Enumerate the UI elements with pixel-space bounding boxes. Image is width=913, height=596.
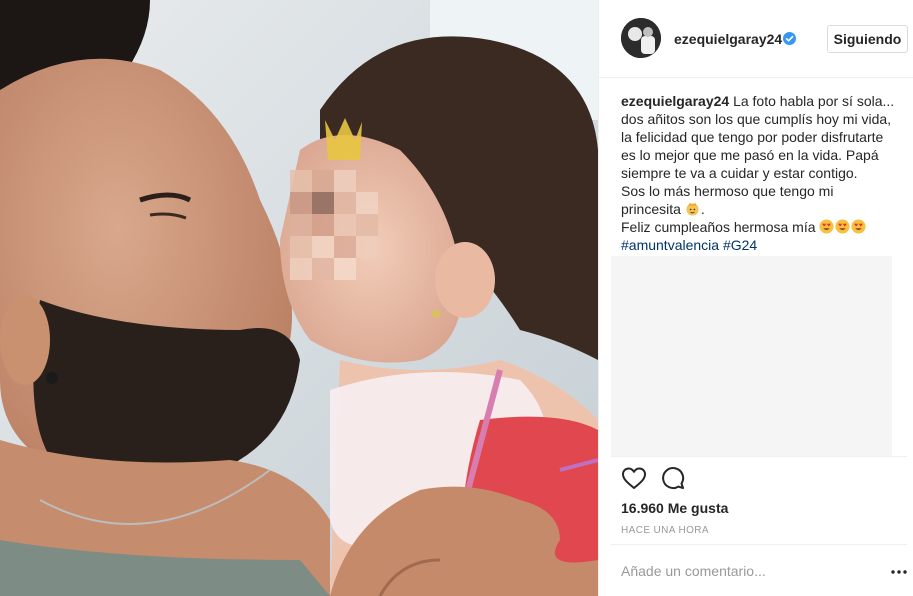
- caption-hashtags: #amuntvalencia #G24: [621, 236, 903, 254]
- princess-emoji-icon: [686, 202, 699, 216]
- post-header: ezequielgaray24 Siguiendo: [599, 0, 913, 78]
- caption-text: Sos lo más hermoso que tengo mi: [621, 183, 834, 199]
- caption-text: siempre te va a cuidar y estar contigo.: [621, 165, 858, 181]
- comment-input[interactable]: Añade un comentario...: [621, 563, 871, 579]
- heart-icon[interactable]: [621, 466, 647, 490]
- post-timestamp[interactable]: HACE UNA HORA: [621, 525, 709, 536]
- post-photo[interactable]: [0, 0, 598, 596]
- caption-text: es lo mejor que me pasó en la vida. Papá: [621, 147, 879, 163]
- heart-eyes-emoji-icon: [835, 219, 850, 234]
- post-caption: ezequielgaray24 La foto habla por sí sol…: [621, 92, 903, 254]
- caption-text: Feliz cumpleaños hermosa mía: [621, 219, 816, 235]
- caption-text: dos añitos son los que cumplís hoy mi vi…: [621, 111, 892, 127]
- more-options-icon[interactable]: [891, 566, 907, 578]
- caption-line-birthday: Feliz cumpleaños hermosa mía: [621, 218, 903, 236]
- heart-eyes-emoji-icon: [851, 219, 866, 234]
- heart-eyes-emoji-icon: [819, 219, 834, 234]
- caption-line-1: ezequielgaray24 La foto habla por sí sol…: [621, 92, 903, 110]
- caption-text: la felicidad que tengo por poder disfrut…: [621, 129, 884, 145]
- hashtag-link[interactable]: #G24: [723, 237, 757, 253]
- divider: [611, 544, 907, 545]
- verified-badge-icon: [783, 32, 796, 45]
- avatar-image: [621, 18, 661, 58]
- post-photo-illustration: [0, 0, 598, 596]
- likes-count[interactable]: 16.960 Me gusta: [621, 500, 728, 516]
- caption-line-princess: princesita .: [621, 201, 705, 217]
- caption-username[interactable]: ezequielgaray24: [621, 93, 729, 109]
- avatar[interactable]: [621, 18, 661, 58]
- post-username[interactable]: ezequielgaray24: [674, 31, 782, 47]
- following-button[interactable]: Siguiendo: [827, 25, 908, 53]
- divider: [611, 456, 907, 457]
- comment-icon[interactable]: [661, 466, 685, 490]
- caption-text: princesita: [621, 201, 681, 217]
- comments-area: [611, 256, 892, 456]
- hashtag-link[interactable]: #amuntvalencia: [621, 237, 719, 253]
- caption-text: La foto habla por sí sola...: [733, 93, 895, 109]
- post-sidebar: ezequielgaray24 Siguiendo ezequielgaray2…: [598, 0, 913, 596]
